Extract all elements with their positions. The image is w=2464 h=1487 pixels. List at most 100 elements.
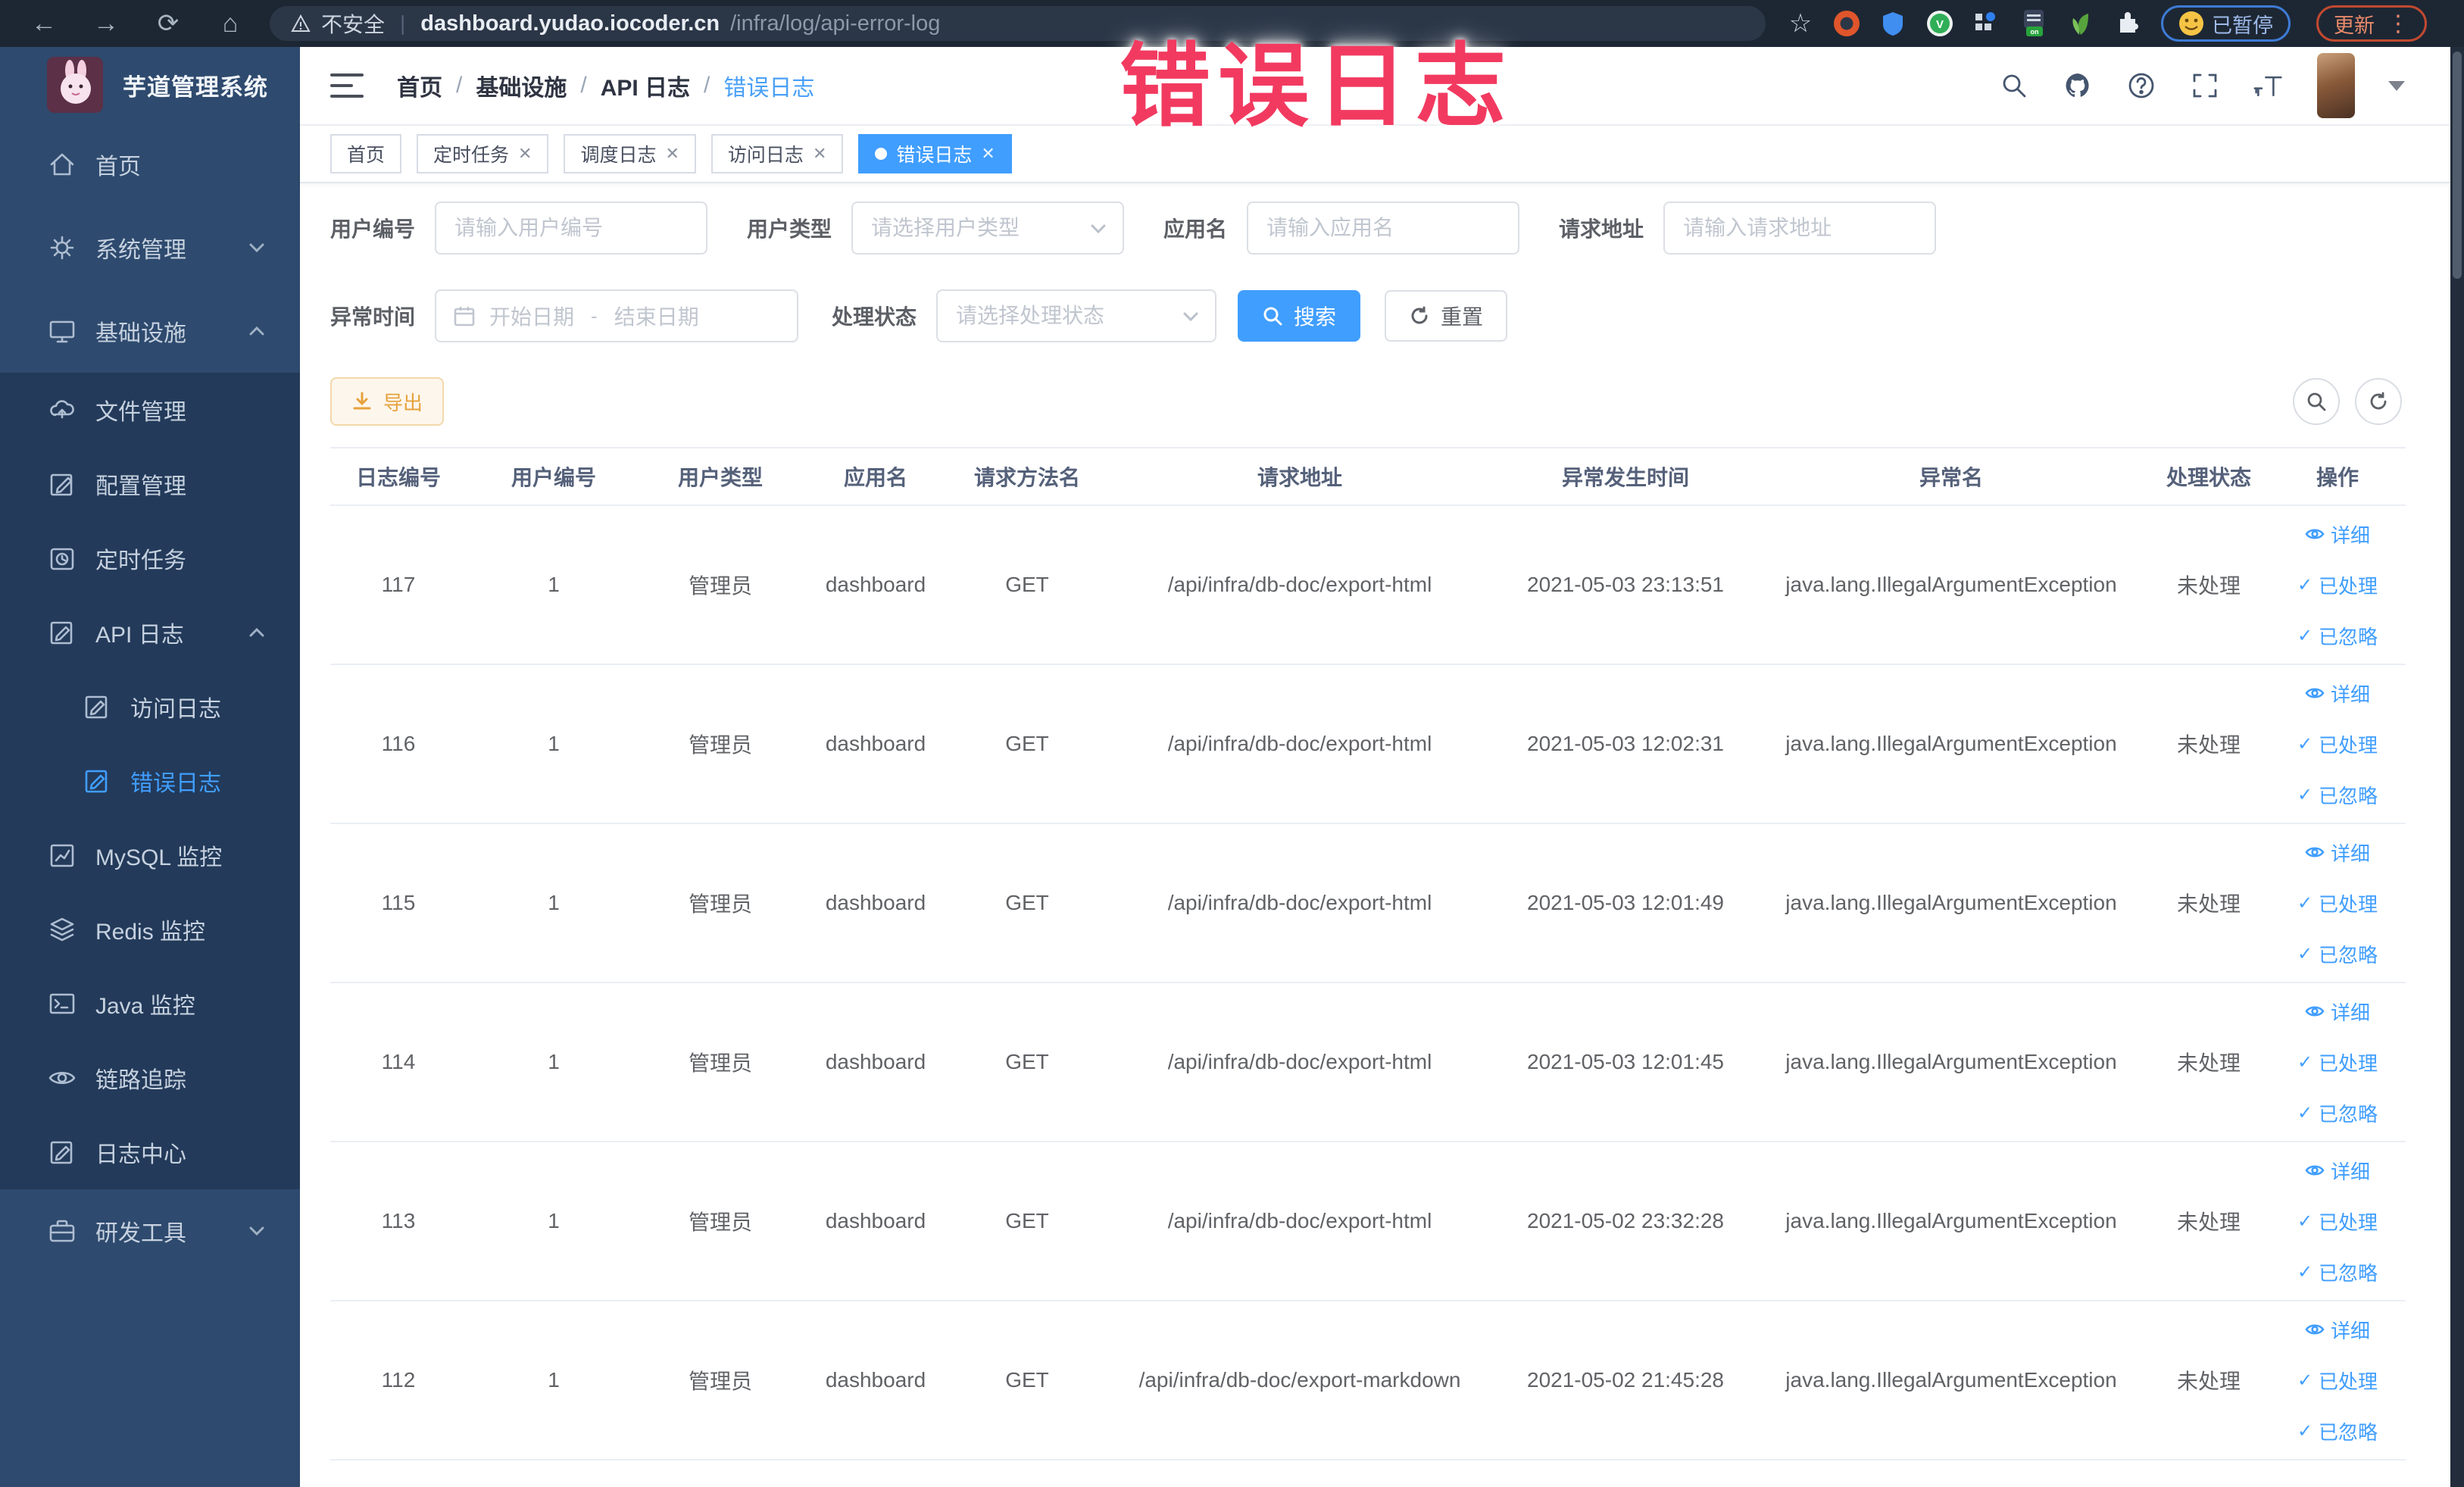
tag-label: 首页	[347, 145, 386, 166]
extensions-puzzle-icon[interactable]	[2114, 10, 2141, 37]
row-detail-link[interactable]: 详细	[2305, 1157, 2370, 1185]
browser-forward-icon[interactable]: →	[89, 9, 123, 39]
sidebar-item-access-log[interactable]: 访问日志	[0, 670, 300, 744]
tag-schedule-log[interactable]: 调度日志 ✕	[564, 134, 696, 173]
row-detail-link[interactable]: 详细	[2305, 1316, 2370, 1344]
extension-v-green-icon[interactable]: V	[1926, 10, 1953, 37]
search-icon	[1263, 307, 1282, 326]
url-divider: |	[400, 11, 406, 35]
export-button[interactable]: 导出	[330, 377, 445, 426]
col-header-app-name: 应用名	[843, 466, 907, 489]
extension-on-badge-icon[interactable]: on	[2020, 10, 2047, 37]
row-ignored-link[interactable]: ✓ 已忽略	[2297, 1099, 2378, 1127]
row-ignored-link[interactable]: ✓ 已忽略	[2297, 781, 2378, 809]
address-bar[interactable]: 不安全 | dashboard.yudao.iocoder.cn/infra/l…	[270, 6, 1766, 41]
row-processed-link[interactable]: ✓ 已处理	[2297, 730, 2378, 758]
cell-log-id: 117	[381, 573, 416, 596]
bookmark-star-icon[interactable]: ☆	[1787, 9, 1814, 38]
app-name-input[interactable]	[1247, 201, 1520, 255]
breadcrumb-api-log[interactable]: API 日志	[601, 69, 690, 102]
row-processed-link[interactable]: ✓ 已处理	[2297, 889, 2378, 917]
paused-label: 已暂停	[2212, 14, 2273, 37]
scrollbar-thumb[interactable]	[2453, 52, 2462, 279]
github-icon[interactable]	[2063, 70, 2093, 101]
user-menu-caret-icon[interactable]	[2388, 80, 2405, 91]
sidebar-item-redis-monitor[interactable]: Redis 监控	[0, 892, 300, 967]
font-size-icon[interactable]	[2253, 70, 2284, 101]
row-ignored-link[interactable]: ✓ 已忽略	[2297, 940, 2378, 968]
row-detail-link[interactable]: 详细	[2305, 998, 2370, 1026]
paused-extension-pill[interactable]: 已暂停	[2161, 5, 2291, 42]
cell-actions: 详细 ✓ 已处理 ✓ 已忽略	[2269, 998, 2406, 1127]
tag-home[interactable]: 首页	[330, 134, 402, 173]
sidebar-item-mysql-monitor[interactable]: MySQL 监控	[0, 818, 300, 892]
collapse-sidebar-icon[interactable]	[330, 72, 364, 99]
eye-icon	[48, 1071, 76, 1085]
close-icon[interactable]: ✕	[665, 144, 679, 164]
browser-home-icon[interactable]: ⌂	[214, 9, 247, 39]
row-processed-link[interactable]: ✓ 已处理	[2297, 1048, 2378, 1076]
col-header-exception-name: 异常名	[1919, 466, 1983, 489]
user-avatar[interactable]	[2317, 53, 2355, 118]
row-detail-link[interactable]: 详细	[2305, 679, 2370, 708]
tag-access-log[interactable]: 访问日志 ✕	[710, 134, 844, 173]
extension-shield-icon[interactable]	[1879, 10, 1907, 37]
sidebar-item-home[interactable]: 首页	[0, 123, 300, 206]
sidebar-item-error-log[interactable]: 错误日志	[0, 744, 300, 818]
sidebar-item-infrastructure[interactable]: 基础设施	[0, 289, 300, 373]
breadcrumb-home[interactable]: 首页	[397, 69, 442, 102]
sidebar-item-log-center[interactable]: 日志中心	[0, 1115, 300, 1189]
close-icon[interactable]: ✕	[518, 144, 532, 164]
app-name-label: 应用名	[1163, 217, 1228, 241]
sidebar-item-config-mgmt[interactable]: 配置管理	[0, 447, 300, 521]
browser-back-icon[interactable]: ←	[27, 9, 61, 39]
check-icon: ✓	[2297, 733, 2313, 754]
row-processed-link[interactable]: ✓ 已处理	[2297, 1367, 2378, 1395]
cell-log-id: 113	[381, 1209, 416, 1232]
browser-reload-icon[interactable]: ⟳	[151, 8, 185, 39]
user-type-select-input[interactable]	[851, 201, 1125, 255]
sidebar-item-dev-tools[interactable]: 研发工具	[0, 1189, 300, 1273]
sidebar-item-system-mgmt[interactable]: 系统管理	[0, 206, 300, 289]
close-icon[interactable]: ✕	[981, 144, 995, 164]
row-ignored-link[interactable]: ✓ 已忽略	[2297, 1258, 2378, 1286]
breadcrumb-infrastructure[interactable]: 基础设施	[476, 69, 567, 102]
row-detail-link[interactable]: 详细	[2305, 839, 2370, 867]
fullscreen-icon[interactable]	[2190, 70, 2220, 101]
tag-scheduled-jobs[interactable]: 定时任务 ✕	[417, 134, 549, 173]
reset-button[interactable]: 重置	[1385, 290, 1508, 342]
exception-time-range-picker[interactable]: 开始日期 - 结束日期	[435, 289, 799, 342]
app-logo-row[interactable]: 芋道管理系统	[0, 47, 300, 123]
search-icon[interactable]	[1999, 70, 2029, 101]
row-ignored-link[interactable]: ✓ 已忽略	[2297, 1417, 2378, 1445]
sidebar-item-tracing[interactable]: 链路追踪	[0, 1041, 300, 1115]
sidebar-item-file-mgmt[interactable]: 文件管理	[0, 373, 300, 447]
sidebar-item-api-log[interactable]: API 日志	[0, 595, 300, 670]
extension-leaf-icon[interactable]	[2067, 10, 2094, 37]
process-status-select-input[interactable]	[936, 289, 1217, 342]
row-ignored-link[interactable]: ✓ 已忽略	[2297, 622, 2378, 650]
sidebar-item-scheduled-jobs[interactable]: 定时任务	[0, 521, 300, 595]
active-dot	[875, 148, 888, 160]
user-type-select[interactable]	[851, 201, 1125, 255]
breadcrumb-separator: /	[704, 73, 710, 98]
cell-exception-time: 2021-05-03 12:02:31	[1527, 732, 1724, 755]
page-scrollbar[interactable]	[2450, 47, 2464, 1487]
sidebar-item-java-monitor[interactable]: Java 监控	[0, 967, 300, 1041]
refresh-table-button[interactable]	[2355, 378, 2402, 425]
user-id-input[interactable]	[435, 201, 708, 255]
process-status-select[interactable]	[936, 289, 1217, 342]
cell-method: GET	[1005, 573, 1049, 596]
help-icon[interactable]	[2126, 70, 2156, 101]
search-button[interactable]: 搜索	[1238, 290, 1361, 342]
extension-orange-icon[interactable]	[1834, 11, 1860, 36]
extension-grid-icon[interactable]	[1973, 10, 2000, 37]
row-processed-link[interactable]: ✓ 已处理	[2297, 1207, 2378, 1236]
browser-update-button[interactable]: 更新 ⋮	[2316, 5, 2427, 42]
row-processed-link[interactable]: ✓ 已处理	[2297, 571, 2378, 599]
row-detail-link[interactable]: 详细	[2305, 520, 2370, 548]
request-url-input[interactable]	[1663, 201, 1937, 255]
toggle-search-button[interactable]	[2293, 378, 2340, 425]
close-icon[interactable]: ✕	[813, 144, 826, 164]
tag-error-log[interactable]: 错误日志 ✕	[858, 134, 1012, 173]
